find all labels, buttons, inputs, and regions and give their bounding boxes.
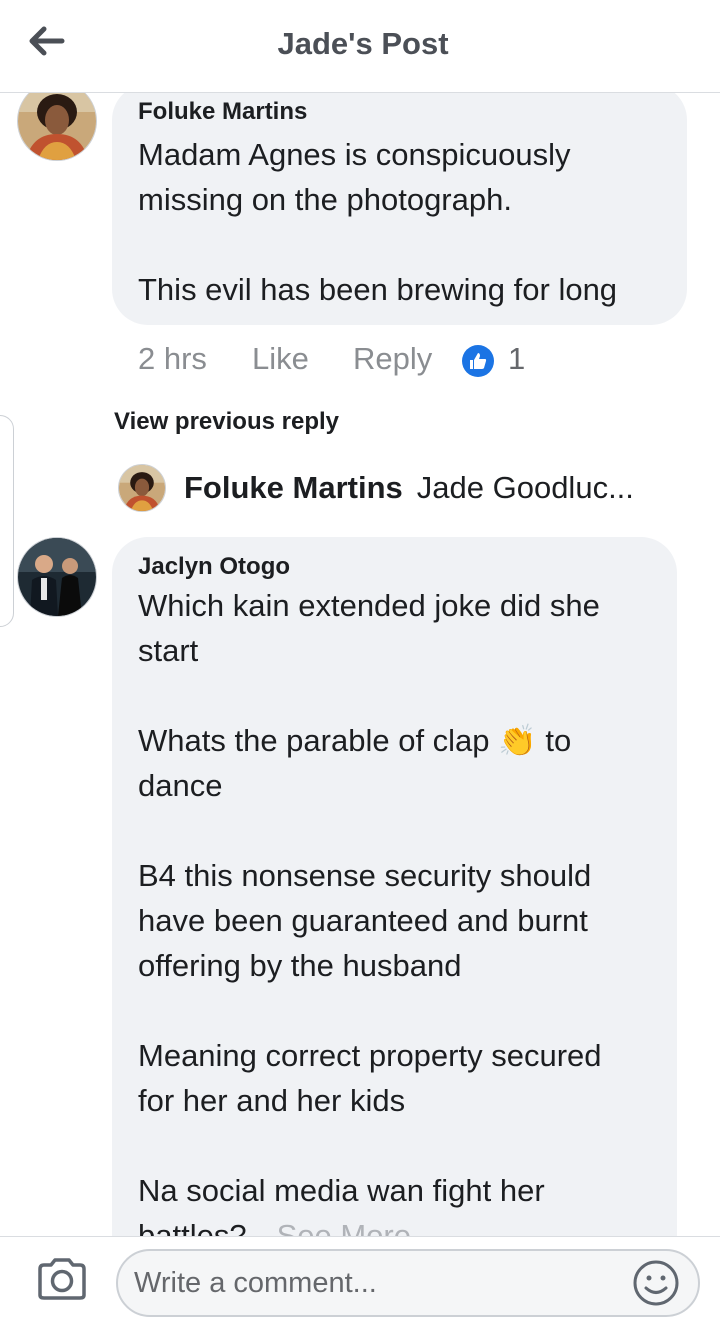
- comment-input[interactable]: [116, 1249, 700, 1317]
- comment-line: [138, 808, 651, 853]
- comment-composer: [0, 1236, 720, 1325]
- comment-line: [138, 988, 651, 1033]
- side-panel-edge: [0, 415, 14, 627]
- comment-line: missing on the photograph.: [138, 182, 512, 217]
- comment-line: Madam Agnes is conspicuously: [138, 137, 571, 172]
- camera-icon[interactable]: [36, 1257, 88, 1301]
- view-previous-reply-link[interactable]: View previous reply: [114, 408, 339, 436]
- reaction-count[interactable]: 1: [508, 341, 525, 377]
- comment-body: Which kain extended joke did she start W…: [138, 583, 651, 1258]
- comment-line: B4 this nonsense security should: [138, 858, 592, 893]
- top-bar: Jade's Post: [0, 0, 720, 93]
- reply-snippet: Jade Goodluc...: [416, 470, 634, 505]
- thumbs-up-icon[interactable]: [462, 345, 494, 377]
- comment-time: 2 hrs: [138, 341, 207, 376]
- comment-line: dance: [138, 768, 223, 803]
- comment-line: start: [138, 633, 199, 668]
- reply-preview[interactable]: Foluke Martins Jade Goodluc...: [118, 464, 634, 512]
- comment-line: Which kain extended joke did she: [138, 588, 600, 623]
- comment-line: This evil has been brewing for long: [138, 272, 618, 307]
- comment-line: have been guaranteed and burnt: [138, 903, 588, 938]
- emoji-icon[interactable]: [632, 1259, 680, 1307]
- comment-line: Na social media wan fight her: [138, 1173, 545, 1208]
- comment-body: Madam Agnes is conspicuously missing on …: [138, 132, 661, 312]
- comment-author[interactable]: Foluke Martins: [138, 98, 661, 126]
- comment-bubble: Foluke Martins Madam Agnes is conspicuou…: [112, 84, 687, 325]
- like-button[interactable]: Like: [252, 341, 309, 377]
- comment-line: Whats the parable of clap 👏 to: [138, 723, 572, 758]
- comment-bubble: Jaclyn Otogo Which kain extended joke di…: [112, 537, 677, 1297]
- comment-line: for her and her kids: [138, 1083, 406, 1118]
- comment-line: [138, 673, 651, 718]
- reply-button[interactable]: Reply: [353, 341, 432, 377]
- avatar[interactable]: [17, 537, 97, 617]
- reply-author: Foluke Martins: [184, 470, 403, 505]
- avatar: [118, 464, 166, 512]
- comment-line: offering by the husband: [138, 948, 462, 983]
- comment-line: [138, 1123, 651, 1168]
- comment-line: Meaning correct property secured: [138, 1038, 602, 1073]
- comment-line: [138, 222, 661, 267]
- comment-author[interactable]: Jaclyn Otogo: [138, 553, 651, 581]
- page-title: Jade's Post: [277, 26, 449, 61]
- avatar[interactable]: [17, 81, 97, 161]
